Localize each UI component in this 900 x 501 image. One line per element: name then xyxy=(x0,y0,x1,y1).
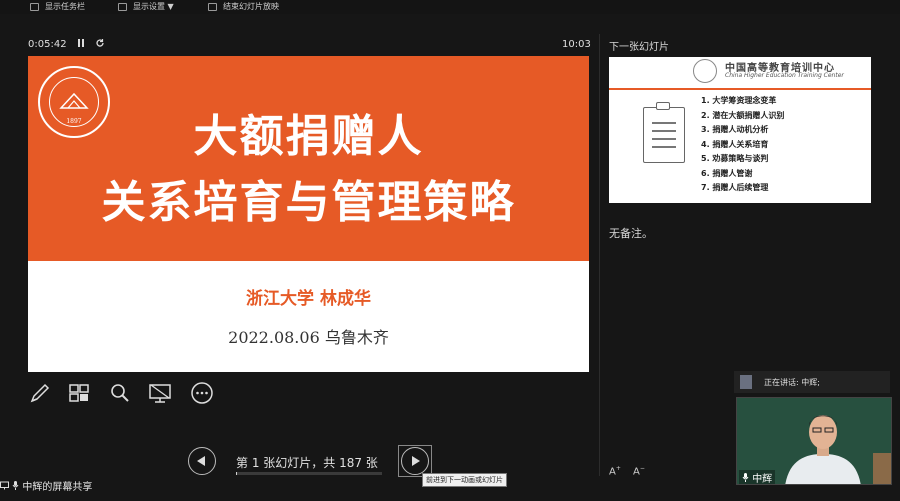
previous-slide-button[interactable] xyxy=(188,447,216,475)
speaker-avatar xyxy=(740,375,752,389)
current-time: 10:03 xyxy=(562,39,591,50)
slide-date: 2022.08.06 乌鲁木齐 xyxy=(228,328,389,347)
zoom-search-icon[interactable] xyxy=(108,381,132,405)
toc-item: 4. 捐赠人关系培育 xyxy=(701,139,769,149)
previous-arrow-icon xyxy=(197,456,205,466)
screen-share-label: 中辉的屏幕共享 xyxy=(0,478,92,493)
slide-title-band: 1897 大额捐赠人 关系培育与管理策略 xyxy=(28,56,589,261)
next-slide-label: 下一张幻灯片 xyxy=(609,42,669,53)
show-taskbar-label: 显示任务栏 xyxy=(45,2,85,11)
end-slideshow-button[interactable]: 结束幻灯片放映 xyxy=(208,1,279,12)
org-logo-icon xyxy=(693,59,717,83)
pause-timer-icon[interactable] xyxy=(76,38,86,51)
end-slideshow-label: 结束幻灯片放映 xyxy=(223,2,279,11)
video-name-tag: 中辉 xyxy=(739,470,776,485)
speaking-label: 正在讲话: 中辉; xyxy=(764,378,820,387)
next-slide-button[interactable] xyxy=(401,447,429,475)
slide-progress-fill xyxy=(236,472,237,475)
toc-item: 2. 潜在大额捐赠人识别 xyxy=(701,110,785,120)
slide-counter: 第 1 张幻灯片，共 187 张 xyxy=(236,456,378,470)
end-slideshow-icon xyxy=(208,2,217,11)
slide-title-line1: 大额捐赠人 xyxy=(193,111,424,162)
speaker-notes: 无备注。 xyxy=(609,227,653,240)
toc-item: 1. 大学筹资理念变革 xyxy=(701,96,777,105)
pane-divider[interactable] xyxy=(599,34,600,476)
thumbnail-header: 中国高等教育培训中心 China Higher Education Traini… xyxy=(609,57,871,87)
thumbnail-org-name-en: China Higher Education Training Center xyxy=(725,72,844,79)
increase-font-button[interactable]: A+ xyxy=(609,465,621,477)
taskbar-icon xyxy=(30,2,39,11)
slide-title-line2: 关系培育与管理策略 xyxy=(101,177,516,228)
black-screen-icon[interactable] xyxy=(148,381,172,405)
screen-share-text: 中辉的屏幕共享 xyxy=(22,482,93,493)
toc-item: 3. 捐赠人动机分析 xyxy=(701,125,769,134)
display-settings-button[interactable]: 显示设置 ▼ xyxy=(118,1,174,12)
slide-progress-bar xyxy=(236,472,382,475)
clipboard-icon xyxy=(643,102,685,163)
next-arrow-icon xyxy=(412,456,420,466)
thumbnail-header-line xyxy=(609,88,871,90)
speaker-video[interactable]: 中辉 xyxy=(736,397,892,485)
toc-item: 5. 劝募策略与谈判 xyxy=(701,154,769,163)
slide-author: 浙江大学 林成华 xyxy=(246,289,371,309)
speaker-name: 中辉 xyxy=(752,474,773,485)
next-slide-tooltip: 前进到下一动画或幻灯片 xyxy=(422,473,507,487)
thumbnail-toc: 1. 大学筹资理念变革 2. 潜在大额捐赠人识别 3. 捐赠人动机分析 4. 捐… xyxy=(701,94,784,196)
pen-tool-icon[interactable] xyxy=(28,381,52,405)
next-slide-thumbnail[interactable]: 中国高等教育培训中心 China Higher Education Traini… xyxy=(609,57,871,203)
current-slide[interactable]: 1897 大额捐赠人 关系培育与管理策略 浙江大学 林成华 2022.08.06… xyxy=(28,56,589,372)
microphone-icon xyxy=(742,473,749,482)
top-toolbar: 显示任务栏 显示设置 ▼ 结束幻灯片放映 xyxy=(0,0,900,14)
more-options-icon[interactable] xyxy=(190,381,214,405)
reset-timer-icon[interactable] xyxy=(95,38,105,51)
screen-share-icon xyxy=(0,481,9,490)
microphone-icon xyxy=(12,481,19,490)
elapsed-timer: 0:05:42 xyxy=(28,39,67,50)
display-settings-label: 显示设置 ▼ xyxy=(133,2,174,11)
display-settings-icon xyxy=(118,2,127,11)
speaking-indicator: 正在讲话: 中辉; xyxy=(734,371,890,393)
show-taskbar-button[interactable]: 显示任务栏 xyxy=(30,1,85,12)
toc-item: 6. 捐赠人管谢 xyxy=(701,168,753,178)
logo-emblem-icon xyxy=(50,92,98,114)
toc-item: 7. 捐赠人后续管理 xyxy=(701,183,769,192)
see-all-slides-icon[interactable] xyxy=(67,381,91,405)
decrease-font-button[interactable]: A− xyxy=(633,465,645,477)
